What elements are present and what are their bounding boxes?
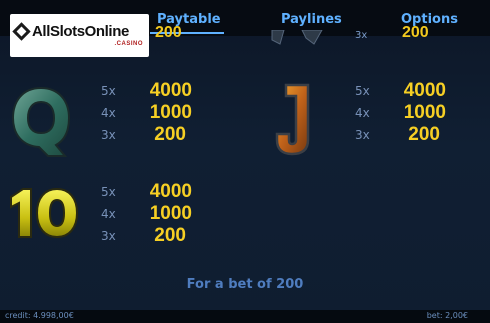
- ten-multiplier-3x: 3x: [101, 229, 116, 243]
- ten-payout-5x: 4000: [149, 181, 192, 202]
- q-multiplier-3x: 3x: [101, 128, 116, 142]
- j-multiplier-5x: 5x: [355, 84, 370, 98]
- j-payout-5x: 4000: [403, 80, 446, 101]
- site-logo: AllSlotsOnline .CASINO: [10, 14, 149, 57]
- tab-paylines[interactable]: Paylines: [281, 12, 342, 27]
- ten-symbol-icon: [10, 187, 79, 239]
- q-payout-4x: 1000: [149, 102, 192, 123]
- q-multiplier-4x: 4x: [101, 106, 116, 120]
- j-payout-3x: 200: [408, 124, 440, 145]
- partial-payout-left: 200: [155, 24, 182, 41]
- status-bar: credit: 4.998,00€ bet: 2,00€: [0, 310, 490, 323]
- partial-symbol-icon: [271, 30, 323, 45]
- credit-display: credit: 4.998,00€: [5, 311, 74, 320]
- ten-payout-3x: 200: [154, 225, 186, 246]
- partial-multiplier-right: 3x: [355, 30, 368, 41]
- logo-subtext: .CASINO: [114, 41, 143, 47]
- bet-display: bet: 2,00€: [426, 311, 468, 320]
- diamond-icon: [12, 22, 31, 41]
- j-multiplier-3x: 3x: [355, 128, 370, 142]
- ten-payout-4x: 1000: [149, 203, 192, 224]
- logo-text: AllSlotsOnline: [32, 23, 129, 40]
- j-symbol-icon: [275, 83, 310, 156]
- paytable-screen: Paytable Paylines Options 200 3x 200 All…: [0, 0, 490, 323]
- j-multiplier-4x: 4x: [355, 106, 370, 120]
- q-payout-3x: 200: [154, 124, 186, 145]
- q-payout-5x: 4000: [149, 80, 192, 101]
- j-payout-4x: 1000: [403, 102, 446, 123]
- partial-payout-right: 200: [402, 24, 429, 41]
- ten-multiplier-4x: 4x: [101, 207, 116, 221]
- q-symbol-icon: [11, 86, 71, 157]
- ten-multiplier-5x: 5x: [101, 185, 116, 199]
- bet-info-text: For a bet of 200: [186, 277, 304, 292]
- q-multiplier-5x: 5x: [101, 84, 116, 98]
